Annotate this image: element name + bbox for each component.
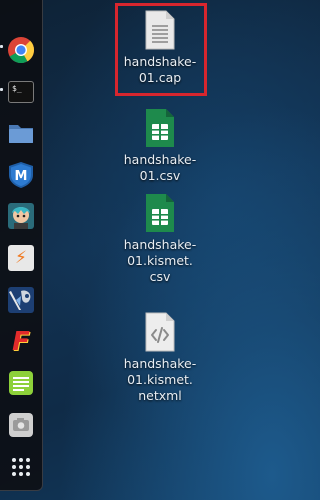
armitage-icon [8, 203, 34, 229]
folder-icon [9, 125, 33, 143]
file-label: handshake- 01.kismet. csv [123, 237, 197, 284]
terminal-launcher[interactable]: $_ [6, 77, 36, 107]
grid-icon [12, 458, 30, 476]
xml-file-icon [145, 312, 175, 352]
chrome-launcher[interactable] [6, 35, 36, 65]
faraday-launcher[interactable]: F [6, 327, 36, 357]
faraday-icon: F [12, 327, 30, 357]
desktop-file-handshake-csv[interactable]: handshake- 01.csv [105, 108, 215, 184]
svg-text:M: M [15, 169, 28, 184]
desktop-file-handshake-kismet-netxml[interactable]: handshake- 01.kismet. netxml [105, 312, 215, 404]
chrome-icon [8, 37, 35, 64]
running-indicator [0, 88, 3, 91]
burpsuite-launcher[interactable]: ⚡ [6, 243, 36, 273]
metasploit-icon: M [9, 162, 33, 188]
launcher-dock: $_ M ⚡ F [0, 0, 43, 491]
running-indicator [0, 45, 3, 48]
beef-icon [8, 287, 34, 313]
desktop-file-handshake-cap[interactable]: handshake- 01.cap [105, 10, 215, 86]
files-launcher[interactable] [6, 118, 36, 148]
file-label: handshake- 01.csv [123, 152, 197, 183]
spreadsheet-file-icon [146, 109, 174, 147]
burpsuite-icon: ⚡ [8, 245, 34, 271]
file-label: handshake- 01.cap [123, 54, 197, 85]
show-applications-button[interactable] [6, 452, 36, 482]
beef-launcher[interactable] [6, 285, 36, 315]
terminal-icon: $_ [8, 81, 34, 103]
metasploit-launcher[interactable]: M [6, 160, 36, 190]
armitage-launcher[interactable] [6, 201, 36, 231]
spreadsheet-file-icon [146, 194, 174, 232]
text-file-icon [145, 10, 175, 50]
text-editor-launcher[interactable] [6, 368, 36, 398]
screenshot-launcher[interactable] [6, 410, 36, 440]
text-editor-icon [9, 371, 33, 395]
screenshot-icon [9, 413, 33, 437]
file-label: handshake- 01.kismet. netxml [123, 356, 197, 403]
desktop-file-handshake-kismet-csv[interactable]: handshake- 01.kismet. csv [105, 193, 215, 285]
